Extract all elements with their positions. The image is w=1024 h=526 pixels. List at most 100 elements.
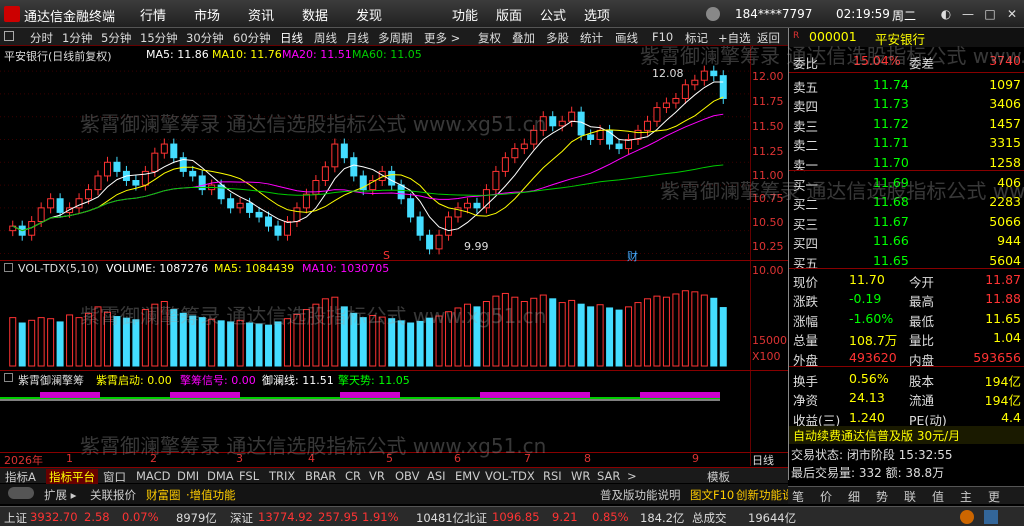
fin-row[interactable]: 净资 24.13 流通 194亿 <box>789 389 1024 408</box>
ask-row[interactable]: 卖三 11.72 1457 <box>789 115 1024 134</box>
tb-fanhui[interactable]: 返回 <box>757 30 780 46</box>
bid-row[interactable]: 买三 11.67 5066 <box>789 213 1024 232</box>
maximize-icon[interactable]: □ <box>980 6 1000 22</box>
stock-header: R 000001 平安银行 <box>789 28 1024 47</box>
tb-diejia[interactable]: 叠加 <box>512 30 535 46</box>
menu-gongneng[interactable]: 功能 <box>452 5 478 24</box>
tab-brar[interactable]: BRAR <box>302 469 339 483</box>
close-icon[interactable]: ✕ <box>1002 6 1022 22</box>
vol-collapse-icon[interactable] <box>4 263 13 272</box>
tb-5min[interactable]: 5分钟 <box>101 30 131 46</box>
detail-tab[interactable]: 笔 <box>792 488 804 505</box>
quote-row[interactable]: 外盘 493620 内盘 593656 <box>789 349 1024 368</box>
promo-banner[interactable]: 自动续费通达信普及版 30元/月 <box>789 426 1024 444</box>
tab-chuangkou[interactable]: 窗口 <box>100 469 129 485</box>
ind-collapse-icon[interactable] <box>4 373 13 382</box>
bid-row[interactable]: 买二 11.68 2283 <box>789 193 1024 212</box>
tab-vr[interactable]: VR <box>366 469 388 483</box>
sh-label[interactable]: 上证 <box>4 510 27 526</box>
tab-asi[interactable]: ASI <box>424 469 449 483</box>
tab-obv[interactable]: OBV <box>392 469 422 483</box>
tab-zhibiao-pingtai[interactable]: 指标平台 <box>46 469 98 485</box>
quote-label: 今开 <box>909 275 935 290</box>
tab-sar[interactable]: SAR <box>594 469 623 483</box>
detail-tab[interactable]: 值 <box>932 488 944 505</box>
tb-f10[interactable]: F10 <box>652 30 673 44</box>
toggle-switch[interactable] <box>8 487 34 499</box>
menu-hangqing[interactable]: 行情 <box>140 5 166 24</box>
tab-vol-tdx[interactable]: VOL-TDX <box>482 469 538 483</box>
tb-60min[interactable]: 60分钟 <box>233 30 271 46</box>
fortune-circle-link[interactable]: 财富圈 <box>146 487 181 503</box>
tab-trix[interactable]: TRIX <box>266 469 298 483</box>
tab-rsi[interactable]: RSI <box>540 469 565 483</box>
bid-row[interactable]: 买四 11.66 944 <box>789 232 1024 251</box>
skin-icon[interactable]: ◐ <box>936 6 956 22</box>
tb-monthly[interactable]: 月线 <box>346 30 369 46</box>
value-added-link[interactable]: ·增值功能 <box>186 487 236 503</box>
tb-zixuan[interactable]: +自选 <box>718 30 751 46</box>
menu-shuju[interactable]: 数据 <box>302 5 328 24</box>
expand-button[interactable]: 扩展 ▸ <box>44 487 76 503</box>
tb-fenshi[interactable]: 分时 <box>30 30 53 46</box>
fin-value: 194亿 <box>984 393 1021 409</box>
fin-row[interactable]: 收益(三) 1.240 PE(动) 4.4 <box>789 409 1024 428</box>
weibi-value: 15.04% <box>853 53 901 68</box>
quote-row[interactable]: 涨幅 -1.60% 最低 11.65 <box>789 310 1024 329</box>
ask-row[interactable]: 卖五 11.74 1097 <box>789 76 1024 95</box>
tab-moban[interactable]: 模板 <box>704 469 733 485</box>
sz-label[interactable]: 深证 <box>230 510 253 526</box>
bz-label[interactable]: 北证 <box>464 510 487 526</box>
related-quote-link[interactable]: 关联报价 <box>90 487 136 503</box>
menu-shichang[interactable]: 市场 <box>194 5 220 24</box>
tb-multiperiod[interactable]: 多周期 <box>378 30 413 46</box>
menu-zixun[interactable]: 资讯 <box>248 5 274 24</box>
user-avatar-icon[interactable] <box>706 7 720 21</box>
tb-more[interactable]: 更多 > <box>424 30 460 46</box>
tab-cr[interactable]: CR <box>342 469 364 483</box>
tb-huaxian[interactable]: 画线 <box>615 30 638 46</box>
menu-xuanxiang[interactable]: 选项 <box>584 5 610 24</box>
tab-dma[interactable]: DMA <box>204 469 237 483</box>
menu-faxian[interactable]: 发现 <box>356 5 382 24</box>
ask-row[interactable]: 卖二 11.71 3315 <box>789 134 1024 153</box>
tb-weekly[interactable]: 周线 <box>314 30 337 46</box>
tb-duogu[interactable]: 多股 <box>546 30 569 46</box>
ask-row[interactable]: 卖四 11.73 3406 <box>789 95 1024 114</box>
tb-fuquan[interactable]: 复权 <box>478 30 501 46</box>
detail-tab[interactable]: 细 <box>848 488 860 505</box>
app-name: 通达信金融终端 <box>24 10 116 25</box>
tb-tongji[interactable]: 统计 <box>580 30 603 46</box>
tb-15min[interactable]: 15分钟 <box>140 30 178 46</box>
detail-tab[interactable]: 联 <box>904 488 916 505</box>
tab-emv[interactable]: EMV <box>452 469 483 483</box>
menu-banmian[interactable]: 版面 <box>496 5 522 24</box>
notify-icon[interactable] <box>960 510 974 524</box>
menu-gongshi[interactable]: 公式 <box>540 5 566 24</box>
detail-tab[interactable]: 价 <box>820 488 832 505</box>
edition-notice-link[interactable]: 普及版功能说明 <box>600 487 681 503</box>
tb-30min[interactable]: 30分钟 <box>186 30 224 46</box>
tab-fsl[interactable]: FSL <box>236 469 262 483</box>
tab-dmi[interactable]: DMI <box>174 469 202 483</box>
tab-wr[interactable]: WR <box>568 469 593 483</box>
fin-row[interactable]: 换手 0.56% 股本 194亿 <box>789 370 1024 389</box>
quote-row[interactable]: 总量 108.7万 量比 1.04 <box>789 329 1024 348</box>
tab-zhibiao-a[interactable]: 指标A <box>2 469 39 485</box>
tab-more[interactable]: > <box>624 469 640 483</box>
layout-icon[interactable] <box>4 31 14 41</box>
detail-tab[interactable]: 更 <box>988 488 1000 505</box>
bid-row[interactable]: 买一 11.69 406 <box>789 174 1024 193</box>
tb-1min[interactable]: 1分钟 <box>62 30 92 46</box>
quote-row[interactable]: 涨跌 -0.19 最高 11.88 <box>789 290 1024 309</box>
tb-biaoji[interactable]: 标记 <box>685 30 708 46</box>
minimize-icon[interactable]: — <box>958 6 978 22</box>
chat-icon[interactable] <box>984 510 998 524</box>
detail-tab[interactable]: 主 <box>960 488 972 505</box>
user-account[interactable]: 184****7797 <box>735 7 812 21</box>
tb-daily[interactable]: 日线 <box>280 30 303 46</box>
quote-row[interactable]: 现价 11.70 今开 11.87 <box>789 271 1024 290</box>
f10-link[interactable]: 图文F10 <box>690 487 734 503</box>
detail-tab[interactable]: 势 <box>876 488 888 505</box>
tab-macd[interactable]: MACD <box>133 469 173 483</box>
